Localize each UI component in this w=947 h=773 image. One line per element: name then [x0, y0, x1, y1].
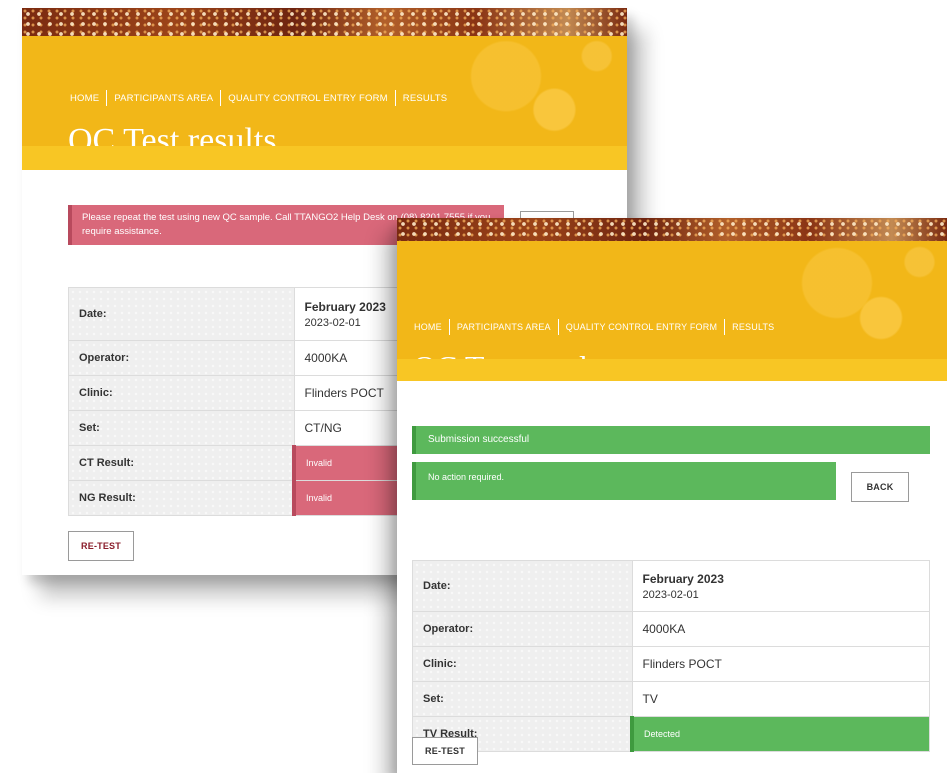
breadcrumb-separator — [106, 90, 108, 106]
banner-strip — [397, 359, 947, 381]
date-value: 2023-02-01 — [642, 588, 699, 601]
operator-label: Operator: — [68, 340, 295, 376]
results-table: Date: February 2023 2023-02-01 Operator:… — [412, 560, 930, 752]
set-label: Set: — [412, 681, 633, 717]
clinic-label: Clinic: — [68, 375, 295, 411]
breadcrumb-qc-entry-form[interactable]: QUALITY CONTROL ENTRY FORM — [228, 93, 388, 104]
breadcrumb-home[interactable]: HOME — [70, 93, 99, 104]
retest-button[interactable]: RE-TEST — [412, 737, 478, 765]
breadcrumb-separator — [557, 319, 559, 335]
ct-result-label: CT Result: — [68, 445, 295, 481]
operator-label: Operator: — [412, 611, 633, 647]
date-month: February 2023 — [642, 571, 724, 586]
date-label: Date: — [412, 560, 633, 612]
no-action-alert: No action required. — [412, 462, 836, 500]
ng-result-label: NG Result: — [68, 480, 295, 516]
breadcrumb-participants-area[interactable]: PARTICIPANTS AREA — [114, 93, 213, 104]
breadcrumb-separator — [448, 319, 450, 335]
retest-button[interactable]: RE-TEST — [68, 531, 134, 561]
set-value: TV — [631, 681, 930, 717]
page-banner: HOME PARTICIPANTS AREA QUALITY CONTROL E… — [22, 36, 627, 170]
breadcrumb-results[interactable]: RESULTS — [403, 93, 448, 104]
breadcrumb-participants-area[interactable]: PARTICIPANTS AREA — [457, 322, 551, 332]
table-row: Set: TV — [412, 681, 930, 717]
page-banner: HOME PARTICIPANTS AREA QUALITY CONTROL E… — [397, 241, 947, 385]
breadcrumb-separator — [724, 319, 726, 335]
banner-strip — [22, 146, 627, 170]
qc-results-success-screen: HOME PARTICIPANTS AREA QUALITY CONTROL E… — [397, 218, 947, 773]
tv-result-badge: Detected — [630, 716, 930, 752]
table-row: Date: February 2023 2023-02-01 — [412, 560, 930, 612]
breadcrumb-separator — [220, 90, 222, 106]
date-label: Date: — [68, 287, 295, 341]
breadcrumb-home[interactable]: HOME — [414, 322, 442, 332]
breadcrumb: HOME PARTICIPANTS AREA QUALITY CONTROL E… — [70, 90, 447, 106]
operator-value: 4000KA — [631, 611, 930, 647]
breadcrumb-qc-entry-form[interactable]: QUALITY CONTROL ENTRY FORM — [566, 322, 717, 332]
clinic-value: Flinders POCT — [631, 646, 930, 682]
submission-success-alert: Submission successful — [412, 426, 930, 454]
date-value-cell: February 2023 2023-02-01 — [631, 560, 930, 612]
table-row: Operator: 4000KA — [412, 611, 930, 647]
breadcrumb-results[interactable]: RESULTS — [732, 322, 774, 332]
aboriginal-dot-art-band — [22, 8, 627, 36]
breadcrumb: HOME PARTICIPANTS AREA QUALITY CONTROL E… — [414, 319, 774, 335]
clinic-label: Clinic: — [412, 646, 633, 682]
table-row: Clinic: Flinders POCT — [412, 646, 930, 682]
back-button[interactable]: BACK — [851, 472, 909, 502]
table-row: TV Result: Detected — [412, 716, 930, 752]
aboriginal-dot-art-band — [397, 218, 947, 241]
set-label: Set: — [68, 410, 295, 446]
breadcrumb-separator — [394, 90, 396, 106]
